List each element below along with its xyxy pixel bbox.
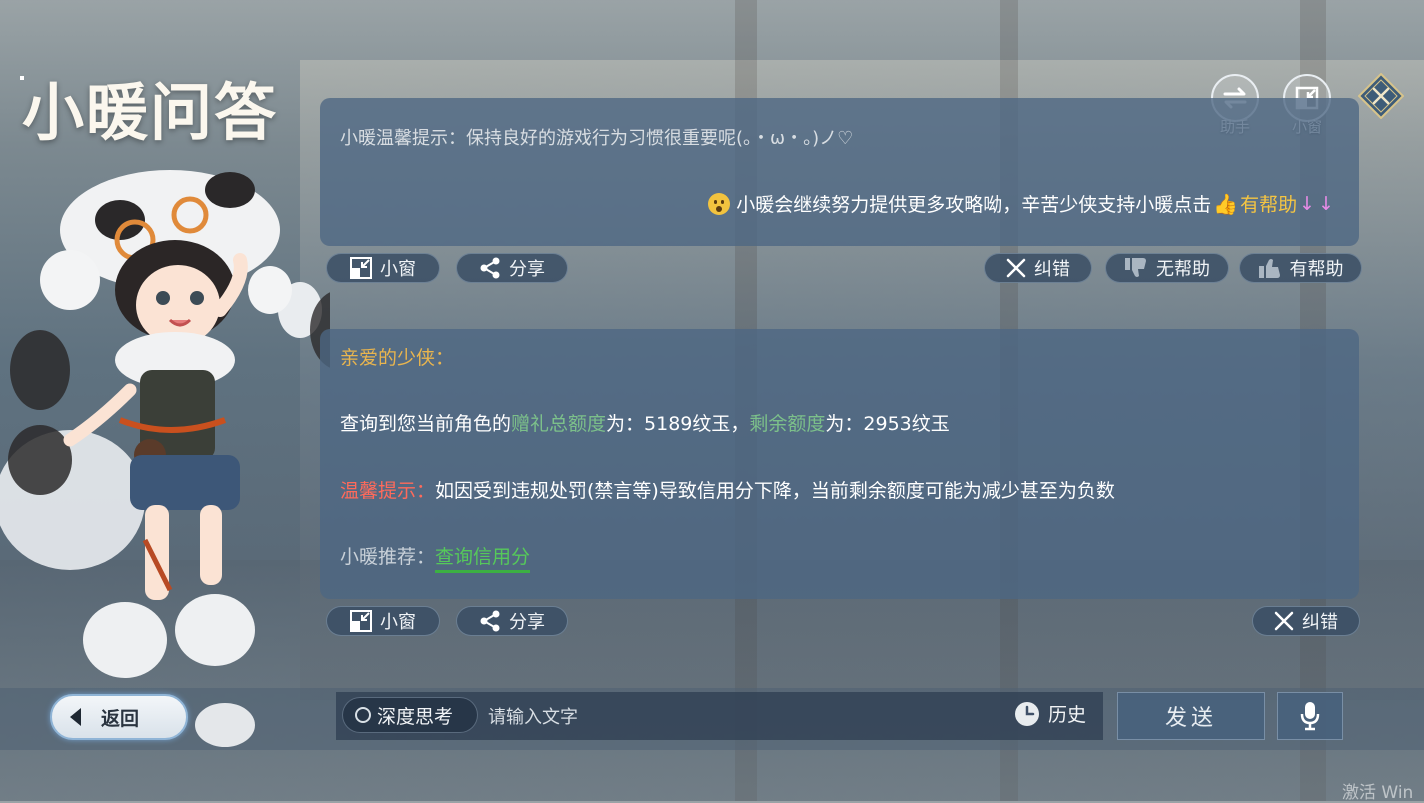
back-arrow-icon bbox=[70, 708, 81, 726]
quota-line: 查询到您当前角色的赠礼总额度为：5189纹玉，剩余额度为：2953纹玉 bbox=[340, 409, 950, 436]
back-label: 返回 bbox=[101, 707, 140, 730]
recommend-line: 小暖推荐：查询信用分 bbox=[340, 542, 531, 573]
thumbs-down-icon bbox=[1125, 258, 1146, 277]
share-button[interactable]: 分享 bbox=[456, 253, 568, 283]
thumbs-up-icon: 👍 bbox=[1213, 191, 1239, 216]
remaining-quota-value: 为：2953纹玉 bbox=[825, 413, 950, 435]
send-button[interactable]: 发送 bbox=[1117, 692, 1265, 740]
message-input[interactable] bbox=[486, 700, 990, 734]
x-icon bbox=[1274, 611, 1294, 631]
thumbs-up-icon bbox=[1258, 259, 1280, 278]
send-label: 发送 bbox=[1164, 706, 1217, 731]
share-label: 分享 bbox=[509, 259, 545, 280]
chat-card: 小暖温馨提示：保持良好的游戏行为习惯很重要呢(。・ω・。)ノ♡ 小暖会继续努力提… bbox=[320, 98, 1359, 246]
history-label: 历史 bbox=[1048, 704, 1087, 726]
support-highlight: 有帮助 bbox=[1240, 194, 1298, 216]
down-arrows: ↓↓ bbox=[1299, 192, 1337, 215]
support-prefix: 小暖会继续努力提供更多攻略呦，辛苦少侠支持小暖点击 bbox=[736, 194, 1212, 216]
deep-think-label: 深度思考 bbox=[377, 705, 454, 728]
clock-icon bbox=[1015, 701, 1039, 726]
deep-think-toggle[interactable]: 深度思考 bbox=[342, 697, 478, 733]
gift-quota-label: 赠礼总额度 bbox=[511, 413, 607, 435]
small-window-button[interactable]: 小窗 bbox=[326, 606, 440, 636]
share-icon bbox=[480, 610, 500, 632]
input-bar: 深度思考 历史 bbox=[336, 692, 1103, 740]
minimize-window-icon bbox=[350, 257, 372, 279]
gift-quota-value: 为：5189纹玉， bbox=[606, 413, 750, 435]
not-helpful-label: 无帮助 bbox=[1156, 259, 1210, 280]
remaining-quota-label: 剩余额度 bbox=[749, 413, 826, 435]
page-title: 小暖问答 bbox=[22, 76, 279, 149]
correct-error-label: 纠错 bbox=[1302, 612, 1338, 633]
microphone-icon bbox=[1300, 702, 1320, 731]
support-text: 小暖会继续努力提供更多攻略呦，辛苦少侠支持小暖点击 👍 有帮助 ↓↓ bbox=[708, 190, 1337, 217]
correct-error-button[interactable]: 纠错 bbox=[1252, 606, 1360, 636]
history-button[interactable]: 历史 bbox=[1014, 700, 1086, 727]
small-window-button[interactable]: 小窗 bbox=[326, 253, 440, 283]
correct-error-button[interactable]: 纠错 bbox=[984, 253, 1092, 283]
x-icon bbox=[1006, 258, 1026, 278]
share-icon bbox=[480, 257, 500, 279]
helpful-button[interactable]: 有帮助 bbox=[1239, 253, 1362, 283]
not-helpful-button[interactable]: 无帮助 bbox=[1105, 253, 1229, 283]
close-icon[interactable] bbox=[1358, 73, 1404, 119]
warning-label: 温馨提示： bbox=[340, 480, 436, 502]
quota-prefix: 查询到您当前角色的 bbox=[340, 413, 512, 435]
share-label: 分享 bbox=[509, 612, 545, 633]
tip-text: 小暖温馨提示：保持良好的游戏行为习惯很重要呢(。・ω・。)ノ♡ bbox=[340, 128, 854, 149]
back-button[interactable]: 返回 bbox=[50, 694, 188, 740]
credit-score-link[interactable]: 查询信用分 bbox=[435, 546, 531, 573]
small-window-label: 小窗 bbox=[380, 612, 416, 633]
warning-text: 如因受到违规处罚(禁言等)导致信用分下降，当前剩余额度可能为减少甚至为负数 bbox=[435, 480, 1115, 502]
greeting-text: 亲爱的少侠： bbox=[340, 347, 455, 369]
share-button[interactable]: 分享 bbox=[456, 606, 568, 636]
activation-watermark: 激活 Win bbox=[1342, 783, 1414, 803]
radio-icon bbox=[355, 707, 371, 723]
helpful-label: 有帮助 bbox=[1289, 259, 1344, 280]
surprised-face-icon bbox=[708, 192, 731, 215]
small-window-label: 小窗 bbox=[380, 259, 416, 280]
correct-error-label: 纠错 bbox=[1034, 259, 1070, 280]
chat-card: 亲爱的少侠： 查询到您当前角色的赠礼总额度为：5189纹玉，剩余额度为：2953… bbox=[320, 329, 1359, 599]
recommend-label: 小暖推荐： bbox=[340, 546, 436, 568]
character-illustration bbox=[0, 170, 330, 747]
voice-input-button[interactable] bbox=[1277, 692, 1343, 740]
minimize-window-icon bbox=[350, 610, 372, 632]
warning-line: 温馨提示：如因受到违规处罚(禁言等)导致信用分下降，当前剩余额度可能为减少甚至为… bbox=[340, 476, 1115, 503]
